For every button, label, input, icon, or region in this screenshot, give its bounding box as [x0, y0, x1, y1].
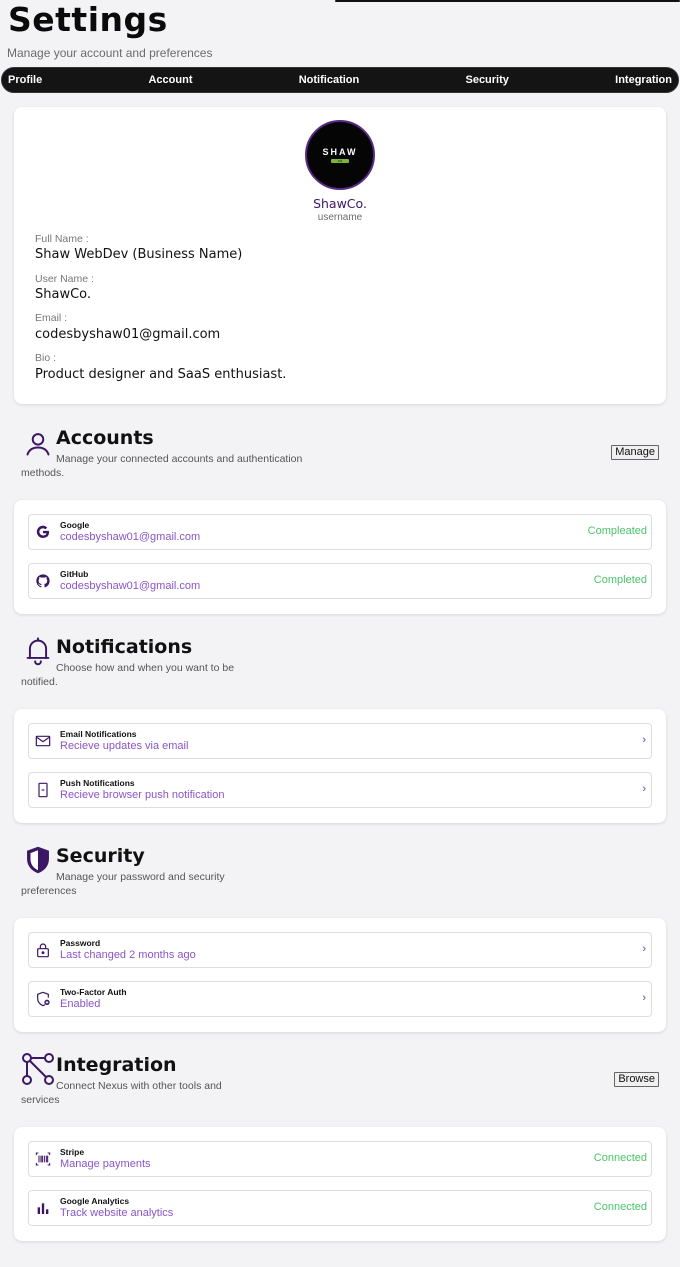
- notifications-description: Choose how and when you want to be notif…: [21, 662, 235, 688]
- tab-notification[interactable]: Notification: [299, 74, 360, 86]
- status-badge: Compleated: [587, 525, 647, 537]
- list-item[interactable]: Google codesbyshaw01@gmail.com Compleate…: [28, 514, 652, 550]
- security-list: Password Last changed 2 months ago › Two…: [14, 918, 666, 1032]
- full-name-label: Full Name :: [35, 233, 89, 245]
- status-badge: Connected: [593, 1152, 647, 1164]
- list-item[interactable]: Stripe Manage payments Connected: [28, 1141, 652, 1177]
- chevron-right-icon: ›: [642, 992, 646, 1004]
- lock-icon: [37, 943, 49, 958]
- tab-account[interactable]: Account: [148, 74, 192, 86]
- top-divider: [335, 0, 680, 2]
- page-subtitle: Manage your account and preferences: [7, 46, 213, 60]
- email-label: Email :: [35, 312, 68, 324]
- accounts-title: Accounts: [56, 427, 154, 449]
- list-item[interactable]: Password Last changed 2 months ago ›: [28, 932, 652, 968]
- chevron-right-icon: ›: [642, 943, 646, 955]
- email-value: codesbyshaw01@gmail.com: [35, 327, 221, 342]
- shield-plus-icon: [37, 991, 50, 1007]
- notifications-list: Email Notifications Recieve updates via …: [14, 709, 666, 823]
- avatar-logo-sub: CO: [331, 159, 349, 163]
- list-item[interactable]: Google Analytics Track website analytics…: [28, 1190, 652, 1226]
- profile-username-caption: username: [317, 212, 363, 223]
- google-icon: [36, 525, 50, 539]
- profile-display-name: ShawCo.: [313, 196, 367, 211]
- avatar[interactable]: SHAW CO: [305, 120, 375, 190]
- full-name-value: Shaw WebDev (Business Name): [35, 247, 243, 262]
- integration-description: Connect Nexus with other tools and servi…: [21, 1080, 222, 1106]
- status-badge: Completed: [593, 574, 647, 586]
- security-title: Security: [56, 845, 145, 867]
- accounts-list: Google codesbyshaw01@gmail.com Compleate…: [14, 500, 666, 614]
- browse-button[interactable]: Browse: [614, 1072, 659, 1087]
- status-badge: Connected: [593, 1201, 647, 1213]
- accounts-description: Manage your connected accounts and authe…: [21, 453, 303, 479]
- chevron-right-icon: ›: [642, 783, 646, 795]
- avatar-logo-text: SHAW: [322, 147, 358, 157]
- bio-label: Bio :: [35, 352, 57, 364]
- mail-icon: [35, 735, 51, 747]
- phone-icon: [38, 782, 48, 798]
- list-item[interactable]: Email Notifications Recieve updates via …: [28, 723, 652, 759]
- list-item[interactable]: Two-Factor Auth Enabled ›: [28, 981, 652, 1017]
- barcode-icon: [35, 1152, 51, 1166]
- tab-integration[interactable]: Integration: [615, 74, 672, 86]
- user-name-value: ShawCo.: [35, 287, 92, 302]
- list-item[interactable]: Push Notifications Recieve browser push …: [28, 772, 652, 808]
- page-title: Settings: [8, 0, 168, 39]
- list-item[interactable]: GitHub codesbyshaw01@gmail.com Completed: [28, 563, 652, 599]
- security-description: Manage your password and security prefer…: [21, 871, 225, 897]
- manage-button[interactable]: Manage: [611, 445, 659, 460]
- bio-value: Product designer and SaaS enthusiast.: [35, 367, 287, 382]
- bar-chart-icon: [37, 1203, 49, 1214]
- tab-security[interactable]: Security: [465, 74, 508, 86]
- github-icon: [36, 574, 50, 588]
- settings-tabbar: Profile Account Notification Security In…: [1, 67, 679, 93]
- chevron-right-icon: ›: [642, 734, 646, 746]
- integration-list: Stripe Manage payments Connected Google …: [14, 1127, 666, 1241]
- tab-profile[interactable]: Profile: [8, 74, 42, 86]
- user-name-label: User Name :: [35, 273, 94, 285]
- profile-card: SHAW CO ShawCo. username Full Name : Sha…: [14, 107, 666, 404]
- integration-title: Integration: [56, 1054, 177, 1076]
- notifications-title: Notifications: [56, 636, 193, 658]
